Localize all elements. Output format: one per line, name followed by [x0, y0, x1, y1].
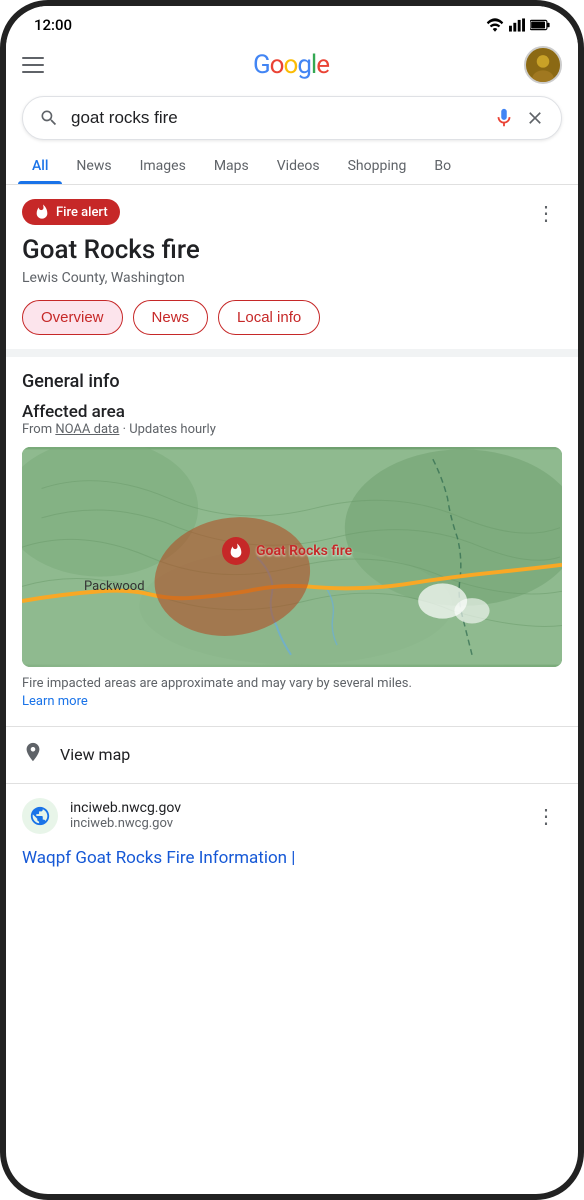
fire-icon: [34, 204, 50, 220]
signal-icon: [509, 18, 525, 32]
fire-subtitle: Lewis County, Washington: [22, 270, 200, 286]
tab-all[interactable]: All: [18, 148, 62, 184]
website-more-options[interactable]: ⋮: [530, 802, 562, 830]
affected-area-source: From NOAA data · Updates hourly: [22, 422, 562, 437]
general-info-section: General info Affected area From NOAA dat…: [6, 357, 578, 725]
avatar[interactable]: [524, 46, 562, 84]
fire-map[interactable]: Packwood Goat Rocks fire: [22, 447, 562, 667]
section-title: General info: [22, 371, 562, 392]
status-icons: [486, 18, 550, 32]
search-tabs: All News Images Maps Videos Shopping Bo: [6, 148, 578, 185]
pill-overview[interactable]: Overview: [22, 300, 123, 335]
divider-1: [6, 349, 578, 357]
affected-area-title: Affected area: [22, 402, 562, 422]
search-bar[interactable]: [22, 96, 562, 140]
menu-button[interactable]: [22, 47, 58, 83]
website-favicon: [22, 798, 58, 834]
tab-news[interactable]: News: [62, 148, 125, 184]
fire-title: Goat Rocks fire: [22, 235, 200, 266]
content-area: Fire alert Goat Rocks fire Lewis County,…: [6, 185, 578, 1185]
website-info: inciweb.nwcg.gov inciweb.nwcg.gov: [22, 798, 181, 834]
fire-alert-badge: Fire alert: [22, 199, 120, 225]
fire-card: Fire alert Goat Rocks fire Lewis County,…: [6, 185, 578, 349]
map-caption: Fire impacted areas are approximate and …: [22, 675, 562, 711]
view-map-row[interactable]: View map: [6, 726, 578, 784]
tab-shopping[interactable]: Shopping: [334, 148, 421, 184]
header: Google: [6, 38, 578, 92]
learn-more-link[interactable]: Learn more: [22, 694, 88, 709]
search-icon: [39, 108, 59, 128]
battery-icon: [530, 19, 550, 31]
website-row: inciweb.nwcg.gov inciweb.nwcg.gov ⋮: [6, 784, 578, 848]
website-domain: inciweb.nwcg.gov: [70, 800, 181, 816]
tab-more[interactable]: Bo: [420, 148, 465, 184]
pill-news[interactable]: News: [133, 300, 209, 335]
mic-icon[interactable]: [493, 107, 515, 129]
tab-videos[interactable]: Videos: [263, 148, 334, 184]
tab-maps[interactable]: Maps: [200, 148, 263, 184]
tab-images[interactable]: Images: [126, 148, 200, 184]
pill-local-info[interactable]: Local info: [218, 300, 320, 335]
wifi-icon: [486, 18, 504, 32]
google-logo: Google: [58, 50, 524, 80]
website-domain-sub: inciweb.nwcg.gov: [70, 816, 181, 831]
phone-shell: 12:00: [0, 0, 584, 1200]
card-header: Fire alert Goat Rocks fire Lewis County,…: [22, 199, 562, 286]
fire-map-marker: Goat Rocks fire: [222, 537, 352, 565]
website-link-title[interactable]: Waqpf Goat Rocks Fire Information |: [6, 848, 578, 882]
map-pin-icon: [22, 741, 44, 769]
search-input[interactable]: [71, 108, 485, 128]
clear-icon[interactable]: [525, 108, 545, 128]
pill-tabs: Overview News Local info: [22, 286, 562, 349]
noaa-link[interactable]: NOAA data: [55, 422, 119, 437]
fire-marker-label: Goat Rocks fire: [256, 543, 352, 559]
status-time: 12:00: [34, 16, 72, 34]
view-map-label: View map: [60, 745, 130, 764]
fire-alert-text: Fire alert: [56, 205, 108, 220]
packwood-label: Packwood: [84, 579, 145, 594]
status-bar: 12:00: [6, 6, 578, 38]
more-options-button[interactable]: ⋮: [530, 199, 562, 227]
